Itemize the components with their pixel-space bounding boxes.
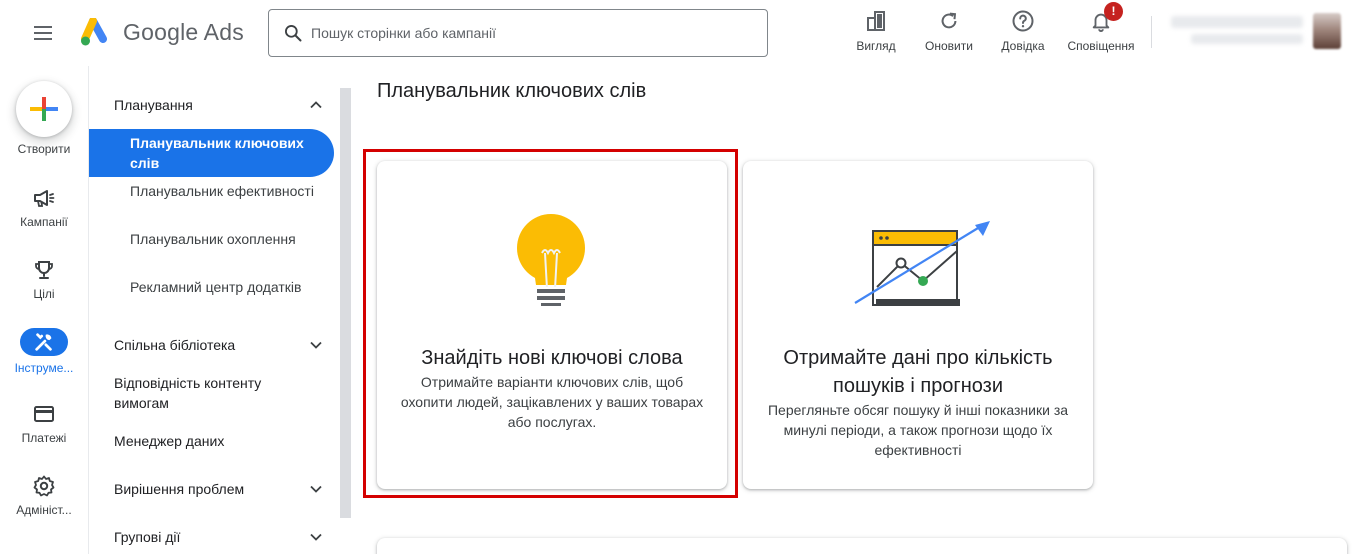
search-icon xyxy=(285,25,302,42)
rail-item-campaigns[interactable]: Кампанії xyxy=(0,186,88,229)
left-rail: Створити Кампанії Цілі Інструме... Плате… xyxy=(0,66,88,554)
card-title: Отримайте дані про кількість пошуків і п… xyxy=(783,347,1053,397)
section-troubleshooting[interactable]: Вирішення проблем xyxy=(114,479,326,499)
card-title: Знайдіть нові ключові слова xyxy=(421,347,683,369)
notifications-button[interactable]: ! Сповіщення xyxy=(1064,2,1138,58)
appearance-icon xyxy=(867,11,885,31)
nav-item-performance-planner[interactable]: Планувальник ефективності xyxy=(89,181,334,201)
menu-icon[interactable] xyxy=(24,22,64,44)
tools-icon xyxy=(35,333,52,351)
refresh-label: Оновити xyxy=(925,39,973,53)
header-divider xyxy=(1151,16,1152,48)
search-input[interactable] xyxy=(311,18,751,48)
search-box[interactable] xyxy=(268,9,768,57)
bottom-panel xyxy=(377,538,1347,554)
rail-item-goals[interactable]: Цілі xyxy=(0,258,88,301)
section-bulk-actions-label: Групові дії xyxy=(114,529,181,545)
section-policy-manager[interactable]: Відповідність контенту вимогам xyxy=(114,373,294,413)
rail-item-create[interactable]: Створити xyxy=(0,81,88,156)
nav-item-reach-planner-label: Планувальник охоплення xyxy=(130,231,296,247)
nav-item-keyword-planner-label: Планувальник ключових слів xyxy=(130,135,304,171)
nav-item-reach-planner[interactable]: Планувальник охоплення xyxy=(89,229,334,249)
help-label: Довідка xyxy=(1001,39,1045,53)
card-description: Перегляньте обсяг пошуку й інші показник… xyxy=(767,402,1069,458)
nav-item-app-advertising-hub[interactable]: Рекламний центр додатків xyxy=(89,277,334,297)
avatar[interactable] xyxy=(1313,13,1341,49)
gear-icon xyxy=(33,475,55,497)
account-info[interactable] xyxy=(1163,14,1303,50)
section-shared-library-label: Спільна бібліотека xyxy=(114,337,236,353)
section-troubleshooting-label: Вирішення проблем xyxy=(114,481,245,497)
chevron-up-icon xyxy=(310,101,322,109)
page-title: Планувальник ключових слів xyxy=(377,80,647,102)
card-description: Отримайте варіанти ключових слів, щоб ох… xyxy=(400,374,704,430)
chevron-down-icon xyxy=(310,533,322,541)
appearance-button[interactable]: Вигляд xyxy=(852,8,900,58)
google-ads-logo-text[interactable]: Google Ads xyxy=(123,19,244,46)
section-planning[interactable]: Планування xyxy=(114,95,326,115)
rail-item-admin[interactable]: Адмініст... xyxy=(0,474,88,517)
section-bulk-actions[interactable]: Групові дії xyxy=(114,527,326,547)
refresh-button[interactable]: Оновити xyxy=(921,8,977,58)
rail-label-create: Створити xyxy=(17,142,71,156)
chevron-down-icon xyxy=(310,341,322,349)
subnav-scrollbar[interactable] xyxy=(340,88,351,518)
help-button[interactable]: Довідка xyxy=(996,8,1050,58)
create-button[interactable] xyxy=(16,81,72,137)
nav-item-keyword-planner[interactable]: Планувальник ключових слів xyxy=(89,129,334,177)
search-volume-forecasts-card[interactable]: Отримайте дані про кількість пошуків і п… xyxy=(743,161,1093,489)
notification-badge: ! xyxy=(1104,2,1123,21)
trend-chart-icon xyxy=(854,221,990,306)
rail-label-campaigns: Кампанії xyxy=(20,215,68,229)
section-planning-label: Планування xyxy=(114,97,193,113)
section-data-manager[interactable]: Менеджер даних xyxy=(114,431,326,451)
notifications-label: Сповіщення xyxy=(1067,39,1135,53)
trophy-icon xyxy=(35,261,53,279)
nav-item-app-advertising-hub-label: Рекламний центр додатків xyxy=(130,279,302,295)
rail-label-tools: Інструме... xyxy=(14,361,74,375)
section-shared-library[interactable]: Спільна бібліотека xyxy=(114,335,326,355)
nav-item-performance-planner-label: Планувальник ефективності xyxy=(130,183,314,199)
section-data-manager-label: Менеджер даних xyxy=(114,433,225,449)
rail-label-billing: Платежі xyxy=(21,431,67,445)
discover-keywords-card[interactable]: Знайдіть нові ключові слова Отримайте ва… xyxy=(377,161,727,489)
rail-item-tools[interactable]: Інструме... xyxy=(0,328,88,375)
chevron-down-icon xyxy=(310,485,322,493)
credit-card-icon xyxy=(34,406,54,422)
google-ads-logo-icon[interactable] xyxy=(80,17,112,48)
help-icon xyxy=(1012,10,1034,32)
rail-label-admin: Адмініст... xyxy=(16,503,72,517)
rail-label-goals: Цілі xyxy=(33,287,55,301)
appearance-label: Вигляд xyxy=(856,39,896,53)
card-illustration xyxy=(377,209,727,319)
section-policy-manager-label: Відповідність контенту вимогам xyxy=(114,375,262,411)
megaphone-icon xyxy=(34,190,55,207)
plus-icon xyxy=(30,97,58,121)
top-bar: Google Ads Вигляд Оновити xyxy=(0,0,1365,66)
lightbulb-icon xyxy=(517,214,585,307)
rail-active-indicator xyxy=(20,328,68,356)
refresh-icon xyxy=(941,12,957,29)
rail-item-billing[interactable]: Платежі xyxy=(0,402,88,445)
tools-subnav: Планування Планувальник ключових слів Пл… xyxy=(88,66,340,554)
card-illustration xyxy=(743,209,1093,319)
